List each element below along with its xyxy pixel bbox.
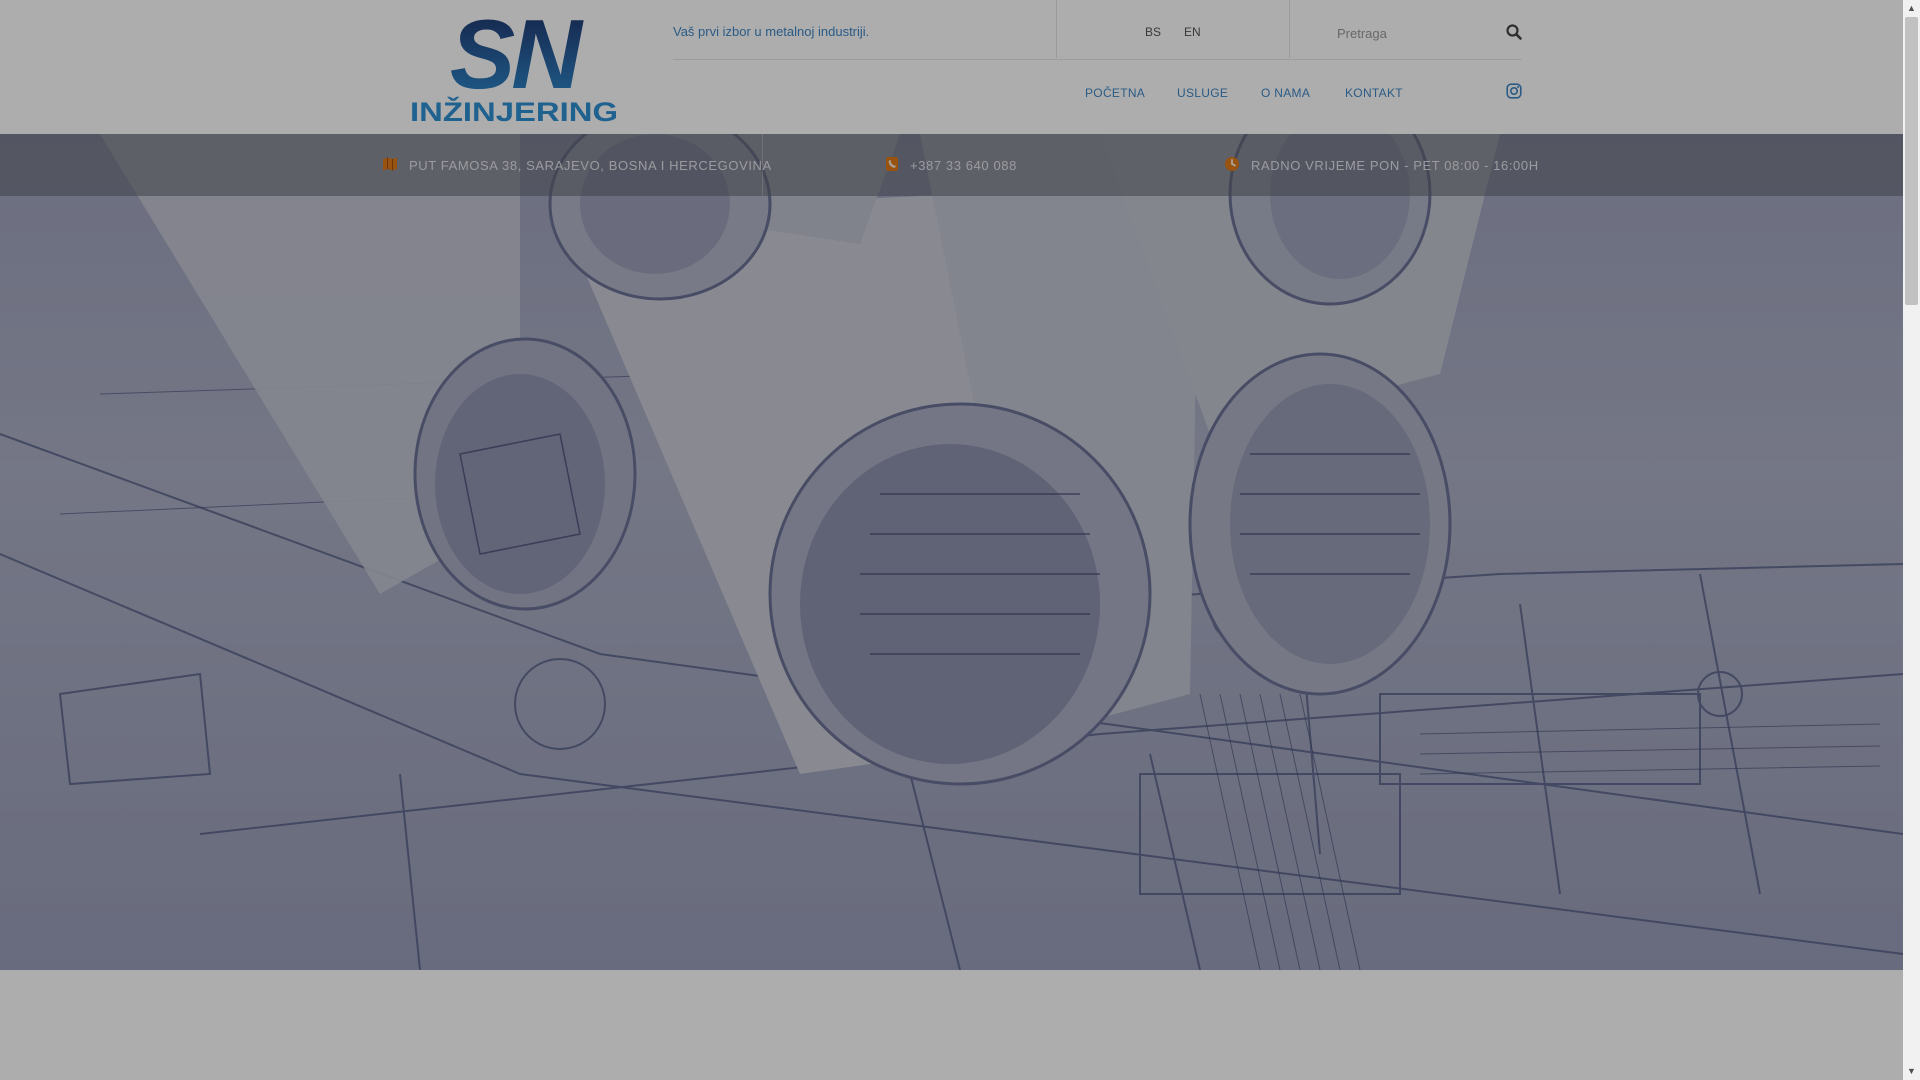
vertical-scrollbar[interactable]: ▲ ▼ (1903, 0, 1920, 1080)
lang-en[interactable]: EN (1184, 25, 1201, 39)
contact-info-bar: PUT FAMOSA 38, SARAJEVO, BOSNA I HERCEGO… (0, 134, 1903, 196)
nav-usluge[interactable]: USLUGE (1177, 86, 1228, 100)
nav-o-nama[interactable]: O NAMA (1261, 86, 1310, 100)
company-logo[interactable]: SN INŽINJERING (408, 6, 620, 126)
header-rule (673, 59, 1522, 60)
nav-kontakt[interactable]: KONTAKT (1345, 86, 1403, 100)
phone-icon (886, 157, 898, 171)
nav-pocetna[interactable]: POČETNA (1085, 86, 1145, 100)
search-icon[interactable] (1505, 23, 1523, 41)
hours-text: RADNO VRIJEME PON - PET 08:00 - 16:00H (1251, 158, 1539, 173)
hero-tint (0, 134, 1903, 970)
page: SN INŽINJERING Vaš prvi izbor u metalnoj… (0, 0, 1903, 1080)
tagline: Vaš prvi izbor u metalnoj industriji. (673, 24, 870, 39)
address-text: PUT FAMOSA 38, SARAJEVO, BOSNA I HERCEGO… (409, 158, 772, 173)
site-header: SN INŽINJERING Vaš prvi izbor u metalnoj… (0, 0, 1903, 134)
divider (1056, 0, 1057, 58)
clock-icon (1225, 157, 1239, 171)
lang-bs[interactable]: BS (1145, 25, 1161, 39)
instagram-icon[interactable] (1506, 83, 1522, 99)
search-input[interactable] (1335, 18, 1499, 48)
logo-wordmark: INŽINJERING (410, 96, 618, 126)
scroll-up-icon[interactable]: ▲ (1903, 0, 1920, 17)
map-icon (383, 157, 397, 171)
divider (1289, 0, 1290, 58)
scroll-thumb[interactable] (1905, 17, 1918, 305)
hero-banner (0, 134, 1903, 970)
phone-text[interactable]: +387 33 640 088 (910, 158, 1017, 173)
logo-mark: SN (450, 6, 584, 109)
scroll-down-icon[interactable]: ▼ (1903, 1063, 1920, 1080)
divider (762, 134, 763, 196)
